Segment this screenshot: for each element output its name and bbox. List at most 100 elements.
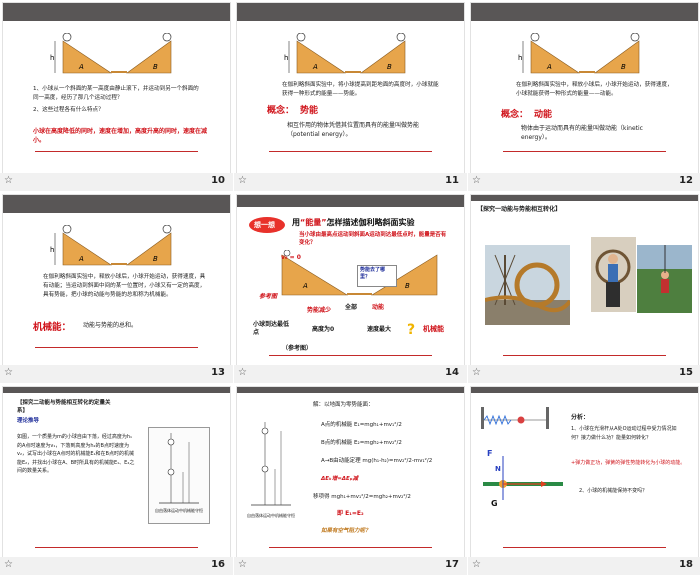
divider	[503, 151, 666, 152]
divider	[269, 355, 432, 356]
slide-grid: h A B 1、小球从一个斜面的某一高度由静止滚下，并运动到另一个斜面的同一高度…	[0, 0, 700, 577]
solution-line-5: ΔEₖ增=ΔEₚ减	[321, 476, 358, 482]
lowest-point-text: 小球到达最低点	[253, 321, 290, 336]
body-text: 在伽利略斜面实验中，释放小球后，小球开始运动，获得速度，小球就能获得一种形式的能…	[516, 82, 673, 97]
ref-label-2: （参考图）	[282, 345, 313, 352]
definition-text: 物体由于运动而具有的能量叫做动能（kinetic energy）。	[521, 125, 643, 141]
slide-14[interactable]: 想一想 用“能量”怎样描述伽利略斜面实验 当小球由最高点运动到斜面A运动到达最低…	[234, 192, 467, 384]
slide-canvas: h A B 在伽利略斜面实验中，将小球提高到距地面的高度时，小球就能获得一种形式…	[237, 3, 464, 173]
spring-diagram	[481, 407, 549, 429]
svg-text:h: h	[50, 54, 54, 62]
slide-top-bar	[3, 3, 230, 21]
slide-canvas: 自由落体运动中机械能守恒 解：以地面为零势能面： A点的机械能 E₁=mgh₁+…	[237, 387, 464, 557]
slide-number: 11	[445, 175, 459, 186]
slide-11[interactable]: h A B 在伽利略斜面实验中，将小球提高到距地面的高度时，小球就能获得一种形式…	[234, 0, 467, 192]
analysis-1: 1、小球在光滑杆从A处O运动过程中受力情况如何？接力做什么功？能量如何转化？	[571, 426, 677, 441]
svg-text:A: A	[546, 63, 552, 71]
slide-15[interactable]: 【探究一动能与势能相互转化】 ☆ 15	[468, 192, 700, 384]
subtitle: 理论推导	[17, 418, 40, 424]
divider	[35, 347, 198, 348]
question-1: 1、小球从一个斜面的某一高度由静止滚下，并运动到另一个斜面的同一高度，经历了那几…	[33, 86, 199, 101]
mechanical-energy-label: 机械能：	[33, 322, 72, 333]
slide-18[interactable]: F N G 分析： 1、小球在光滑杆从A处O运动过程中受力情况如何？接力做什么功…	[468, 384, 700, 576]
slide-12[interactable]: h A B 在伽利略斜面实验中，释放小球后，小球开始运动，获得速度，小球就能获得…	[468, 0, 700, 192]
force-n-label: N	[495, 465, 501, 473]
slide-title: 用“能量”怎样描述伽利略斜面实验	[292, 217, 415, 228]
height-zero-text: 高度为0	[312, 326, 335, 333]
concept-label: 概念：	[267, 106, 295, 116]
free-fall-diagram	[159, 433, 199, 504]
solution-line-2: A点的机械能 E₁=mgh₁+mv₁²/2	[321, 422, 402, 428]
definition-text: 动能与势能的总和。	[83, 322, 138, 329]
slide-canvas: 【探究二动能与势能相互转化的定量关系】 理论推导 如图，一个质量为m的小球自由下…	[3, 387, 230, 557]
svg-text:A: A	[78, 63, 84, 71]
slide-footer: ☆ 17	[234, 557, 467, 575]
star-icon[interactable]: ☆	[238, 367, 247, 378]
star-icon[interactable]: ☆	[4, 559, 13, 570]
slide-top-bar	[471, 387, 698, 393]
v0-label: v₀ = 0	[281, 254, 301, 261]
svg-text:B: B	[621, 63, 626, 71]
slide-canvas: 【探究一动能与势能相互转化】	[471, 195, 698, 365]
svg-text:B: B	[153, 255, 158, 263]
svg-text:A: A	[312, 63, 318, 71]
free-fall-figure: 自由落体运动中机械能守恒	[148, 427, 210, 524]
svg-text:B: B	[153, 63, 158, 71]
slide-17[interactable]: 自由落体运动中机械能守恒 解：以地面为零势能面： A点的机械能 E₁=mgh₁+…	[234, 384, 467, 576]
slope-a-label: A	[302, 282, 308, 290]
concept-value: 动能	[534, 110, 553, 120]
body-text: 在伽利略斜面实验中，将小球提高到距地面的高度时，小球就能获得一种形式的能量——势…	[282, 82, 439, 97]
slide-footer: ☆ 16	[0, 557, 233, 575]
ke-label: 动能	[372, 304, 385, 311]
figure-caption: 自由落体运动中机械能守恒	[155, 508, 203, 513]
slide-number: 17	[445, 559, 459, 570]
svg-text:A: A	[78, 255, 84, 263]
analysis-2: +弹力做正功，弹簧的弹性势能转化为小球的动能。	[571, 460, 686, 466]
answer-text: 小球在高度降低的同时，速度在增加，高度升高的同时，速度在减小。	[33, 128, 208, 144]
subtitle: 当小球由最高点运动到斜面A运动到达最低点时，能量是否有变化？	[299, 232, 447, 246]
slide-top-bar	[3, 195, 230, 213]
analysis-title: 分析：	[571, 414, 590, 421]
question-2: 2、这些过程各有什么特点？	[33, 107, 104, 113]
force-f-label: F	[487, 449, 493, 458]
star-icon[interactable]: ☆	[238, 175, 247, 186]
slide-number: 18	[679, 559, 693, 570]
slope-b-label: B	[405, 282, 410, 290]
star-icon[interactable]: ☆	[472, 559, 481, 570]
mech-energy-text: 机械能	[423, 325, 444, 333]
force-diagram	[483, 456, 563, 500]
slide-canvas: h A B 在伽利略斜面实验中，释放小球后，小球开始运动，获得速度，具有动能；当…	[3, 195, 230, 365]
slide-canvas: F N G 分析： 1、小球在光滑杆从A处O运动过程中受力情况如何？接力做什么功…	[471, 387, 698, 557]
solution-line-6: 移项得 mgh₁+mv₁²/2=mgh₂+mv₂²/2	[313, 494, 411, 500]
star-icon[interactable]: ☆	[4, 367, 13, 378]
slide-top-bar	[3, 387, 230, 393]
divider	[269, 151, 432, 152]
slide-footer: ☆ 14	[234, 365, 467, 383]
force-g-label: G	[491, 499, 498, 508]
star-icon[interactable]: ☆	[238, 559, 247, 570]
all-label: 全部	[345, 304, 358, 311]
divider	[269, 547, 432, 548]
slide-16[interactable]: 【探究二动能与势能相互转化的定量关系】 理论推导 如图，一个质量为m的小球自由下…	[0, 384, 233, 576]
incline-diagram: h A B	[50, 225, 172, 266]
body-text: 如图，一个质量为m的小球自由下落，经过高度为h₁的A点时速度为v₁，下落到高度为…	[17, 434, 135, 474]
star-icon[interactable]: ☆	[472, 367, 481, 378]
figure-caption: 自由落体运动中机械能守恒	[247, 513, 295, 518]
slide-number: 14	[445, 367, 459, 378]
slide-10[interactable]: h A B 1、小球从一个斜面的某一高度由静止滚下，并运动到另一个斜面的同一高度…	[0, 0, 233, 192]
question-mark-icon: ?	[407, 322, 416, 338]
bubble-text: 想一想	[254, 221, 275, 229]
swing-ride-photo-2	[637, 245, 692, 313]
slide-number: 16	[211, 559, 225, 570]
slide-title: 【探究二动能与势能相互转化的定量关系】	[17, 400, 111, 414]
solution-line-7: 即 E₁=E₂	[337, 510, 364, 517]
slide-footer: ☆ 13	[0, 365, 233, 383]
divider	[503, 547, 666, 548]
roller-coaster-photo	[485, 245, 570, 325]
slide-13[interactable]: h A B 在伽利略斜面实验中，释放小球后，小球开始运动，获得速度，具有动能；当…	[0, 192, 233, 384]
slide-footer: ☆ 10	[0, 173, 233, 191]
star-icon[interactable]: ☆	[4, 175, 13, 186]
slide-number: 10	[211, 175, 225, 186]
svg-text:h: h	[284, 54, 288, 62]
star-icon[interactable]: ☆	[472, 175, 481, 186]
